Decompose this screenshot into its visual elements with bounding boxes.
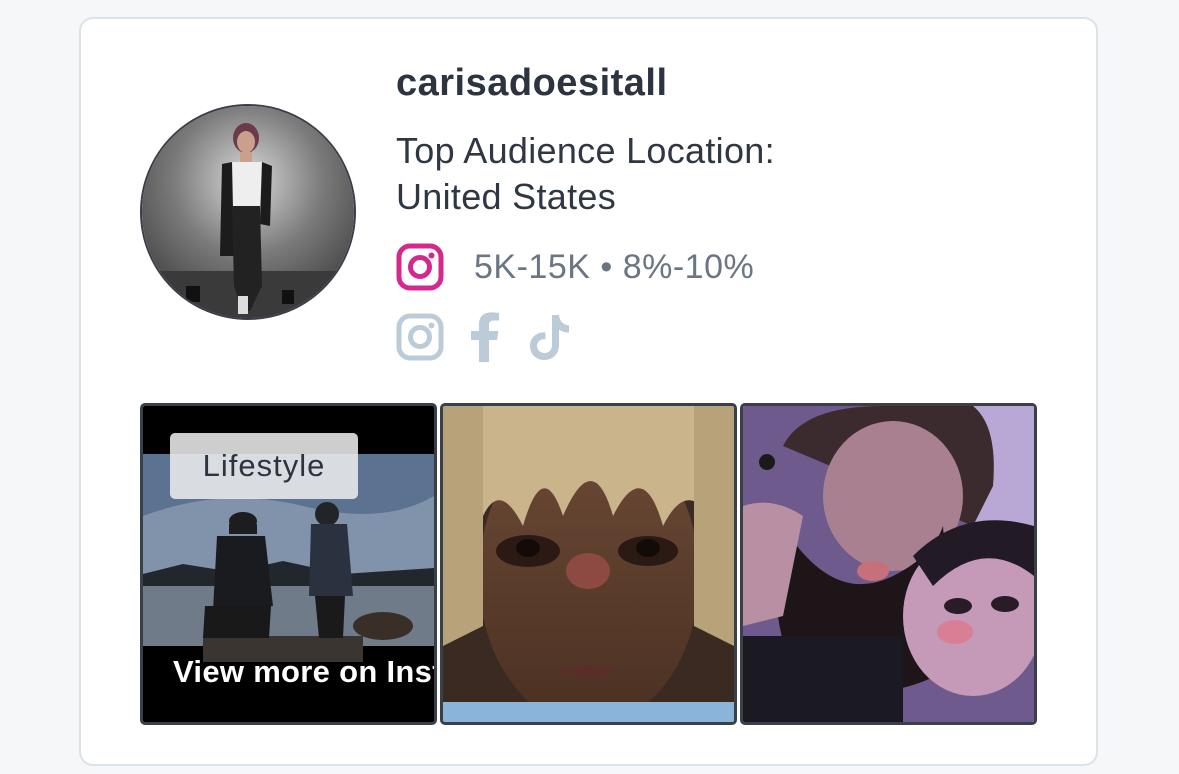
view-more-instagram-link[interactable]: View more on Instagram ↗ xyxy=(173,654,434,690)
top-audience-location: Top Audience Location: United States xyxy=(396,128,916,220)
username[interactable]: carisadoesitall xyxy=(396,62,668,105)
instagram-icon[interactable] xyxy=(396,243,444,291)
location-label: Top Audience Location: xyxy=(396,130,775,171)
tiktok-icon[interactable] xyxy=(526,313,572,366)
post-thumbnail-3[interactable] xyxy=(740,403,1037,725)
social-links xyxy=(396,312,598,367)
instagram-icon[interactable] xyxy=(396,313,444,366)
post-thumbnail-2[interactable] xyxy=(440,403,737,725)
avatar[interactable] xyxy=(140,104,356,320)
post-thumbnail-1[interactable]: Lifestyle View more on Instagram ↗ xyxy=(140,403,437,725)
facebook-icon[interactable] xyxy=(470,312,500,367)
category-badge: Lifestyle xyxy=(170,433,358,499)
post-thumbnails: Lifestyle View more on Instagram ↗ xyxy=(140,403,1040,725)
instagram-stats-row: 5K-15K • 8%-10% xyxy=(396,242,754,292)
location-value: United States xyxy=(396,176,617,217)
follower-engagement-stats: 5K-15K • 8%-10% xyxy=(474,247,755,286)
